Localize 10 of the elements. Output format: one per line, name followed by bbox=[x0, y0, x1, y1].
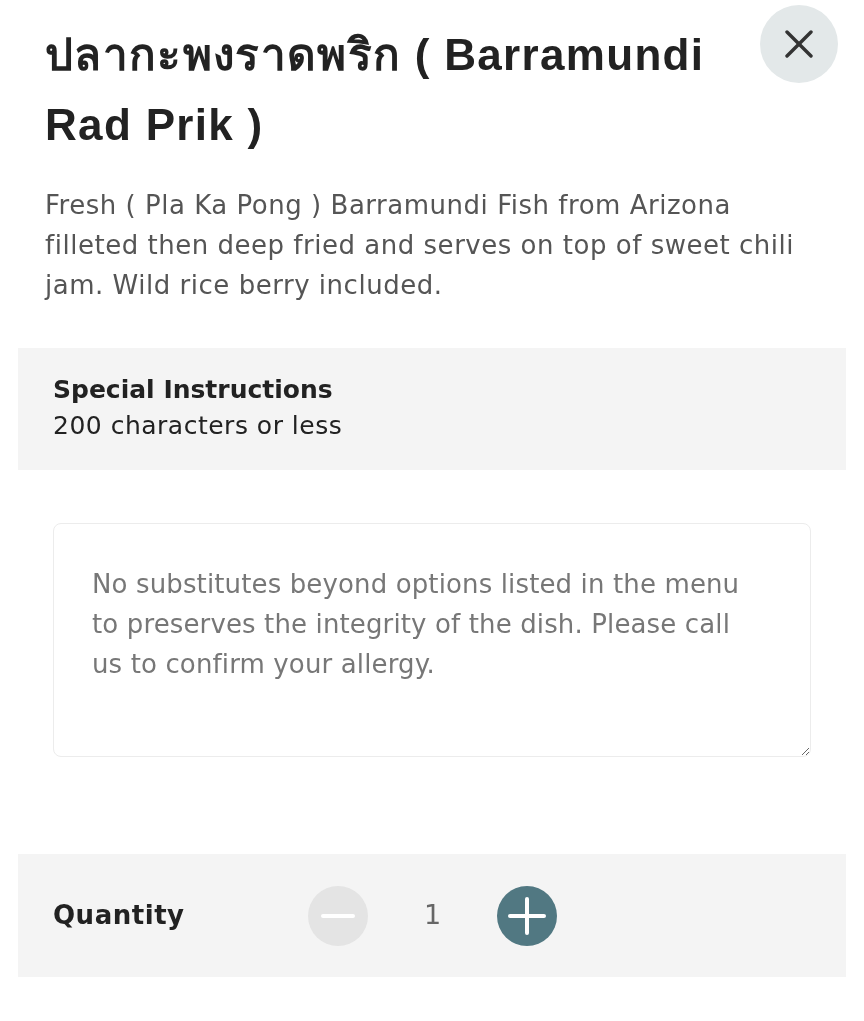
instructions-field[interactable]: No substitutes beyond options listed in the menu to preserves the integrity of the dish. Please call us to confirm your allergy. bbox=[53, 523, 811, 757]
quantity-value: 1 bbox=[423, 898, 442, 933]
quantity-label: Quantity bbox=[53, 900, 185, 930]
dish-title: ปลากะพงราดพริก ( Barramundi Rad Prik ) bbox=[45, 29, 706, 151]
instructions-title: Special Instructions bbox=[53, 374, 333, 406]
plus-icon bbox=[508, 896, 546, 935]
close-icon bbox=[785, 30, 813, 58]
instructions-limit: 200 characters or less bbox=[53, 410, 343, 442]
dish-description: Fresh ( Pla Ka Pong ) Barramundi Fish from Arizona filleted then deep fried and serves on top of sweet chili jam. Wild rice berry included. bbox=[45, 189, 796, 302]
minus-icon bbox=[321, 913, 355, 918]
